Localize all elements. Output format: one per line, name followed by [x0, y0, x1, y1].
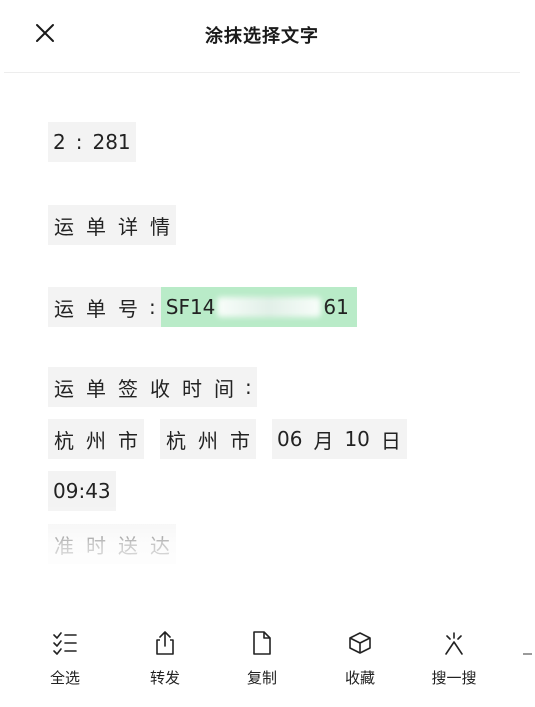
text-token[interactable]: 运 [48, 367, 80, 407]
text-token[interactable]: 运 [48, 287, 80, 327]
text-line-5: 杭 州 市 杭 州 市 06 月 10 日 [48, 419, 407, 459]
text-token[interactable]: 州 [80, 419, 112, 459]
text-line-3: 运 单 号 : SF14 61 [48, 287, 357, 327]
text-token[interactable]: 间 [208, 367, 240, 407]
edge-indicator [523, 653, 532, 655]
copy-button[interactable]: 复制 [222, 625, 302, 688]
text-token[interactable]: 号 [112, 287, 144, 327]
top-bar: 涂抹选择文字 [4, 0, 520, 73]
text-token[interactable]: 281 [87, 122, 136, 162]
text-token[interactable]: 月 [307, 419, 340, 459]
copy-label: 复制 [246, 669, 277, 687]
text-line-4: 运 单 签 收 时 间 : [48, 367, 257, 407]
text-token[interactable]: 10 [339, 419, 375, 459]
selected-token[interactable]: SF14 [160, 287, 216, 327]
cube-icon [349, 632, 371, 654]
search-spark-icon [445, 632, 463, 655]
select-all-button[interactable]: 全选 [25, 625, 105, 688]
select-all-icon [53, 632, 77, 655]
forward-label: 转发 [149, 669, 180, 687]
bottom-toolbar: 全选 转发 复制 收藏 搜一搜 [0, 625, 535, 695]
text-token[interactable]: : [70, 122, 88, 162]
text-token[interactable]: 单 [80, 367, 112, 407]
document-icon [253, 631, 271, 655]
text-token[interactable]: 杭 [160, 419, 192, 459]
text-token[interactable]: 详 [112, 205, 144, 245]
text-token[interactable]: 收 [144, 367, 176, 407]
selected-token[interactable]: 61 [323, 287, 357, 327]
text-token[interactable]: 时 [176, 367, 208, 407]
text-token[interactable]: : [240, 367, 257, 407]
select-all-label: 全选 [49, 669, 80, 687]
text-token[interactable]: 09:43 [48, 471, 116, 511]
text-token[interactable]: : [144, 287, 161, 327]
text-line-6: 09:43 [48, 471, 116, 511]
text-token[interactable]: 杭 [48, 419, 80, 459]
text-token[interactable]: 签 [112, 367, 144, 407]
text-token[interactable]: 日 [374, 419, 407, 459]
search-label: 搜一搜 [431, 669, 477, 687]
text-token[interactable]: 时 [80, 524, 112, 564]
search-button[interactable]: 搜一搜 [414, 625, 494, 688]
text-line-7: 准 时 送 达 [48, 524, 176, 564]
text-line-1: 2 : 281 [48, 122, 136, 162]
text-token[interactable]: 准 [48, 524, 80, 564]
text-token[interactable]: 单 [80, 287, 112, 327]
text-token[interactable]: 单 [80, 205, 112, 245]
text-line-2: 运 单 详 情 [48, 205, 176, 245]
text-token[interactable]: 2 [48, 122, 71, 162]
text-token[interactable]: 市 [224, 419, 256, 459]
favorite-label: 收藏 [344, 669, 375, 687]
page-title: 涂抹选择文字 [205, 26, 319, 47]
text-token[interactable]: 州 [192, 419, 224, 459]
text-token[interactable]: 06 [272, 419, 308, 459]
forward-button[interactable]: 转发 [125, 625, 205, 688]
redacted-token [215, 287, 324, 327]
favorite-button[interactable]: 收藏 [320, 625, 400, 688]
text-token[interactable]: 运 [48, 205, 80, 245]
text-token[interactable]: 市 [112, 419, 144, 459]
text-token[interactable]: 达 [144, 524, 176, 564]
text-token[interactable]: 送 [112, 524, 144, 564]
text-token[interactable]: 情 [144, 205, 176, 245]
share-icon [156, 631, 174, 655]
